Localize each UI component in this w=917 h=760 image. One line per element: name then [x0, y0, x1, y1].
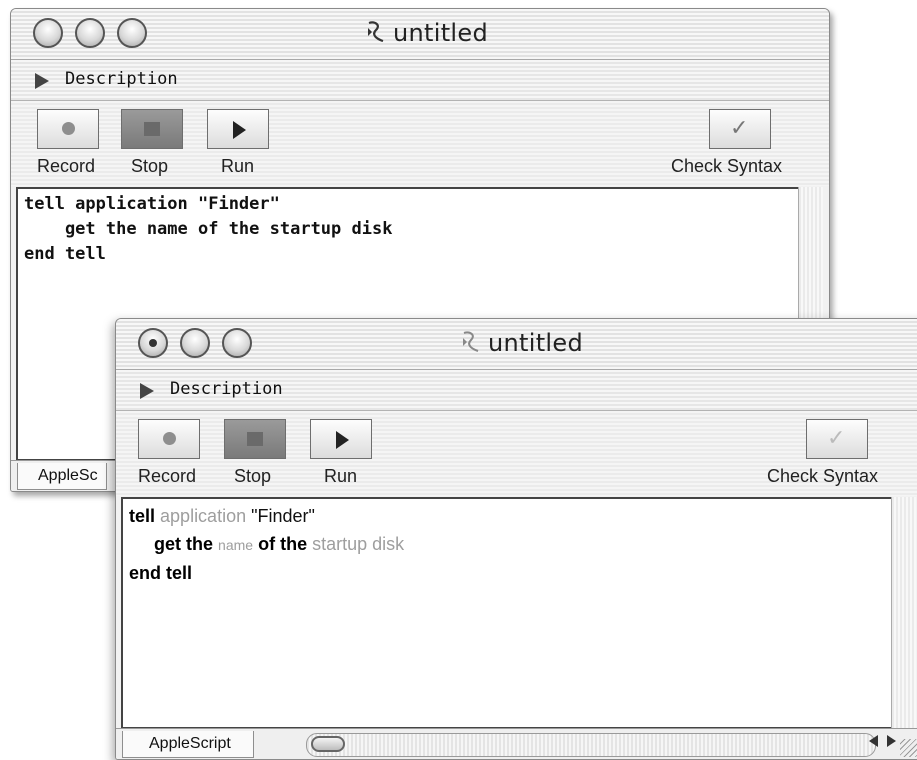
check-syntax-label: Check Syntax: [671, 156, 783, 176]
check-syntax-label: Check Syntax: [767, 466, 879, 486]
stop-button[interactable]: [121, 109, 183, 149]
scroll-right-arrow-icon[interactable]: [887, 735, 896, 747]
window-title-text: untitled: [393, 19, 488, 47]
status-bar: AppleScript: [116, 728, 917, 759]
property-token: startup disk: [312, 534, 405, 554]
title-bar[interactable]: untitled: [116, 319, 917, 370]
application-token: application: [160, 506, 247, 526]
stop-label: Stop: [131, 156, 169, 176]
stop-button[interactable]: [224, 419, 286, 459]
record-icon: [163, 432, 176, 445]
stop-label: Stop: [234, 466, 272, 486]
scroll-left-arrow-icon[interactable]: [869, 735, 878, 747]
minimize-button[interactable]: [180, 328, 210, 358]
record-button[interactable]: [138, 419, 200, 459]
disclosure-triangle-icon[interactable]: [140, 383, 154, 399]
property-token: name: [218, 537, 254, 553]
run-button[interactable]: [310, 419, 372, 459]
script-icon: [463, 331, 479, 352]
close-button[interactable]: [138, 328, 168, 358]
code-line: get the name of the startup disk: [129, 530, 885, 559]
language-popup[interactable]: AppleScript: [122, 731, 254, 758]
run-button[interactable]: [207, 109, 269, 149]
disclosure-triangle-icon[interactable]: [35, 73, 49, 89]
zoom-button[interactable]: [117, 18, 147, 48]
code-line: end tell: [24, 244, 106, 264]
run-label: Run: [324, 466, 358, 486]
script-editor-text-area[interactable]: tell application "Finder" get the name o…: [121, 497, 892, 729]
keyword-token: get the: [154, 534, 214, 554]
toolbar: ✓ Record Stop Run Check Syntax: [11, 101, 829, 186]
record-button[interactable]: [37, 109, 99, 149]
vertical-scrollbar[interactable]: [891, 497, 916, 729]
window-title: untitled: [365, 19, 488, 47]
close-button[interactable]: [33, 18, 63, 48]
code-line: tell application "Finder": [129, 502, 885, 530]
stop-icon: [247, 432, 263, 446]
record-label: Record: [37, 156, 96, 176]
window-title: untitled: [460, 329, 583, 357]
keyword-token: tell: [129, 506, 156, 526]
checkmark-icon: ✓: [730, 116, 749, 141]
keyword-token: end tell: [129, 563, 193, 583]
record-label: Record: [138, 466, 197, 486]
script-icon: [368, 21, 384, 43]
check-syntax-button[interactable]: ✓: [806, 419, 868, 459]
check-syntax-button[interactable]: ✓: [709, 109, 771, 149]
code-line: end tell: [129, 559, 885, 587]
minimize-button[interactable]: [75, 18, 105, 48]
run-icon: [233, 121, 246, 139]
script-editor-window-front[interactable]: untitled Description ✓ Record Stop Run C…: [115, 318, 917, 760]
title-bar[interactable]: untitled: [11, 9, 829, 60]
language-popup[interactable]: AppleSc: [17, 463, 107, 490]
horizontal-scrollbar[interactable]: [306, 733, 876, 757]
description-label: Description: [65, 69, 178, 89]
run-label: Run: [221, 156, 255, 176]
checkmark-icon: ✓: [827, 426, 846, 451]
description-disclosure[interactable]: Description: [116, 370, 917, 411]
description-disclosure[interactable]: Description: [11, 60, 829, 101]
resize-grip-icon[interactable]: [900, 739, 917, 757]
code-line: get the name of the startup disk: [24, 219, 393, 239]
keyword-token: of the: [258, 534, 308, 554]
code-line: tell application "Finder": [24, 194, 280, 214]
toolbar: ✓ Record Stop Run Check Syntax: [116, 411, 917, 496]
run-icon: [336, 431, 349, 449]
window-title-text: untitled: [488, 329, 583, 357]
string-token: "Finder": [251, 506, 315, 526]
zoom-button[interactable]: [222, 328, 252, 358]
scroll-thumb[interactable]: [311, 736, 345, 752]
stop-icon: [144, 122, 160, 136]
description-label: Description: [170, 379, 283, 399]
record-icon: [62, 122, 75, 135]
